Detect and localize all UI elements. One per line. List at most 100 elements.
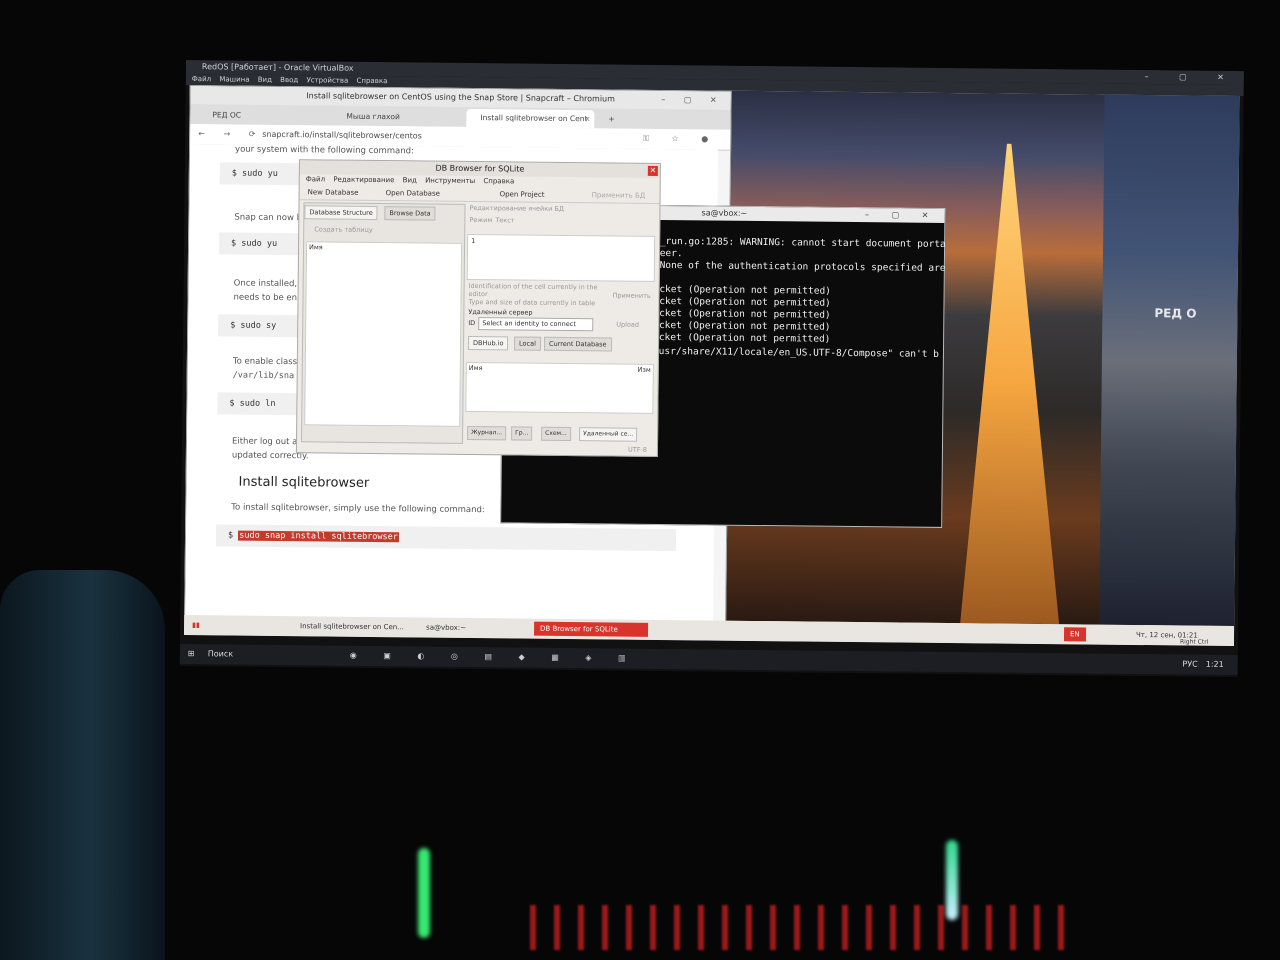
db-menu-tools[interactable]: Инструменты (425, 177, 475, 186)
host-language[interactable]: РУС (1182, 654, 1198, 674)
redos-logo: РЕД О (1154, 306, 1197, 321)
tab-schema[interactable]: Схем... (541, 426, 571, 442)
language-indicator[interactable]: EN (1063, 627, 1086, 642)
edit-cell-panel: Редактирование ячейки БД Режим Текст 1 I… (465, 203, 656, 444)
page-text: Snap can now b (234, 212, 303, 224)
redos-menu-icon[interactable]: ▮▮ (186, 618, 206, 632)
terminal-line: ocket (Operation not permitted) (653, 307, 831, 321)
water-bottle (0, 570, 165, 960)
install-command-block[interactable]: $ sudo snap install sqlitebrowser (215, 524, 677, 552)
url-input[interactable]: snapcraft.io/install/sqlitebrowser/cento… (262, 125, 422, 147)
vbox-menu-machine[interactable]: Машина (219, 75, 249, 83)
cell-value: 1 (471, 236, 476, 246)
open-project-button[interactable]: Open Project (500, 187, 545, 201)
prompt: $ (227, 530, 234, 541)
schema-tree[interactable]: Имя (304, 241, 463, 427)
close-icon[interactable]: ✕ (647, 165, 658, 176)
cell-type-info: Type and size of data currently in table (468, 297, 596, 308)
db-menu-help[interactable]: Справка (483, 177, 514, 185)
chromium-window-controls[interactable]: – ▢ ✕ (661, 91, 725, 110)
tab-label: Мыша глахой (346, 111, 400, 122)
close-icon[interactable]: × (584, 110, 590, 128)
guest-desktop: РЕД О Install sqlitebrowser on CentOS us… (183, 85, 1240, 647)
taskbar-item-dbbrowser[interactable]: DB Browser for SQLite (533, 621, 649, 637)
mode-select[interactable]: Текст (495, 216, 514, 224)
apply-changes-button[interactable]: Применить БД (592, 188, 646, 203)
tab-plot[interactable]: Гр... (511, 426, 533, 441)
mode-label: Режим (469, 215, 493, 225)
db-browser-window: DB Browser for SQLite ✕ Файл Редактирова… (295, 159, 661, 457)
vbox-menu-view[interactable]: Вид (258, 76, 272, 84)
edit-cell-title: Редактирование ячейки БД (469, 203, 565, 213)
new-database-button[interactable]: New Database (308, 185, 359, 200)
page-text: /var/lib/sna (232, 370, 295, 382)
apply-button[interactable]: Применить (613, 291, 651, 299)
upload-button[interactable]: Upload (616, 321, 639, 329)
terminal-title: sa@vbox:~ (701, 208, 748, 218)
tab-label: РЕД ОС (212, 110, 242, 120)
navigation-buttons[interactable]: ← → ⟳ (198, 124, 263, 145)
cell-info: Identification of the cell currently in … (468, 281, 598, 299)
db-menu-view[interactable]: Вид (403, 176, 417, 184)
tab-red-os[interactable]: РЕД ОС (198, 106, 326, 125)
tab-current-database[interactable]: Current Database (543, 336, 612, 352)
terminal-line: ocket (Operation not permitted) (653, 283, 831, 297)
host-key-indicator: Right Ctrl (1179, 638, 1209, 646)
keyboard-backlight (530, 905, 1070, 950)
identity-select[interactable]: Select an identity to connect (478, 317, 594, 332)
terminal-line: /usr/share/X11/locale/en_US.UTF-8/Compos… (652, 345, 940, 360)
db-menu-edit[interactable]: Редактирование (333, 176, 394, 185)
tab-label: Install sqlitebrowser on Cent (480, 113, 588, 124)
encoding-status: UTF-8 (627, 445, 647, 454)
host-clock: 1:21 (1205, 659, 1224, 669)
terminal-line: None of the authentication protocols spe… (653, 259, 946, 274)
db-menu-file[interactable]: Файл (306, 175, 325, 183)
tab-remote[interactable]: Удаленный се... (579, 427, 638, 442)
remote-list[interactable]: Имя Изм (465, 361, 654, 414)
host-search[interactable]: Поиск (208, 644, 234, 664)
page-text: needs to be en (233, 292, 298, 304)
page-text: Either log out a (231, 436, 298, 448)
vbox-menu-help[interactable]: Справка (356, 77, 387, 85)
terminal-line: ocket (Operation not permitted) (653, 319, 831, 333)
identity-label: ID (468, 318, 476, 328)
cell-editor[interactable]: 1 (466, 233, 656, 282)
page-text: Once installed, (233, 278, 298, 290)
wallpaper-right-panel (1099, 94, 1240, 627)
tab-database-structure[interactable]: Database Structure (304, 205, 378, 221)
monitor-screen: RedOS [Работает] - Oracle VirtualBox – ▢… (179, 60, 1244, 678)
chromium-title: Install sqlitebrowser on CentOS using th… (306, 91, 615, 104)
page-text: your system with the following command: (235, 144, 414, 157)
wallpaper-bridge (949, 143, 1064, 624)
remote-col-name: Имя (468, 363, 483, 373)
virtualbox-window-controls[interactable]: – ▢ ✕ (1144, 70, 1238, 85)
db-browser-title: DB Browser for SQLite (435, 163, 525, 174)
speaker-light-left (418, 848, 430, 938)
db-toolbar: New Database Open Database Open Project … (299, 185, 660, 204)
install-text: To install sqlitebrowser, simply use the… (231, 502, 485, 516)
tab-local[interactable]: Local (513, 336, 541, 351)
new-tab-button[interactable]: + (602, 110, 622, 128)
taskbar-item-terminal[interactable]: sa@vbox:~ (420, 620, 472, 635)
terminal-line: ocket (Operation not permitted) (653, 331, 831, 345)
tab-second[interactable]: Мыша глахой (332, 108, 460, 127)
vbox-menu-devices[interactable]: Устройства (306, 76, 348, 84)
taskbar-item-chromium[interactable]: Install sqlitebrowser on Cen... (294, 619, 410, 634)
install-heading: Install sqlitebrowser (238, 474, 370, 491)
vbox-menu-file[interactable]: Файл (192, 75, 211, 83)
host-taskbar: ⊞ Поиск ◉ ▣ ◐ ◎ ▤ ◆ ▦ ◈ ▥ РУС 1:21 (179, 643, 1238, 676)
create-table-button[interactable]: Создать таблицу (314, 225, 373, 234)
windows-start-icon[interactable]: ⊞ (188, 644, 195, 664)
terminal-window-controls[interactable]: – ▢ ✕ (865, 208, 939, 223)
tab-log[interactable]: Журнал... (467, 425, 507, 441)
address-bar-icons[interactable]: ⚿ ☆ ● (643, 129, 719, 150)
vbox-menu-input[interactable]: Ввод (280, 76, 298, 84)
remote-title: Удаленный сервер (468, 307, 533, 317)
tab-dbhub[interactable]: DBHub.io (467, 335, 509, 351)
tab-browse-data[interactable]: Browse Data (384, 206, 436, 221)
tab-sqlitebrowser[interactable]: Install sqlitebrowser on Cent × (466, 108, 595, 129)
host-pinned-apps-icon[interactable]: ◉ ▣ ◐ ◎ ▤ ◆ ▦ ◈ ▥ (350, 646, 638, 669)
open-database-button[interactable]: Open Database (386, 186, 440, 201)
terminal-line: ocket (Operation not permitted) (653, 295, 831, 309)
selected-command[interactable]: sudo snap install sqlitebrowser (238, 530, 399, 543)
